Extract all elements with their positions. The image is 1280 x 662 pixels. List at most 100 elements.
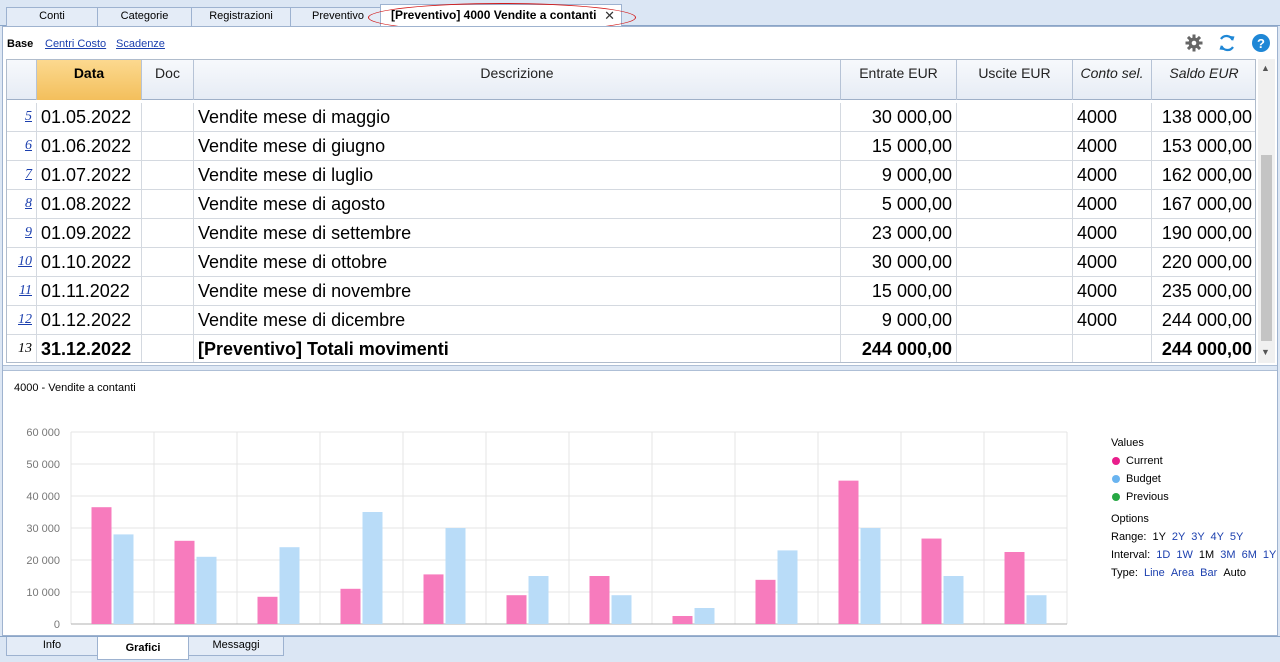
cell-doc[interactable]	[142, 335, 194, 362]
cell-uscite[interactable]	[957, 306, 1073, 335]
cell-uscite[interactable]	[957, 190, 1073, 219]
cell-desc[interactable]: Vendite mese di dicembre	[194, 306, 841, 335]
cell-conto[interactable]: 4000	[1073, 161, 1152, 190]
cell-conto[interactable]: 4000	[1073, 103, 1152, 132]
cell-entrate[interactable]: 30 000,00	[841, 248, 957, 277]
cell-desc[interactable]: Vendite mese di giugno	[194, 132, 841, 161]
cell-num[interactable]: 10	[7, 248, 37, 277]
cell-entrate[interactable]: 244 000,00	[841, 335, 957, 362]
cell-conto[interactable]: 4000	[1073, 190, 1152, 219]
cell-entrate[interactable]: 30 000,00	[841, 103, 957, 132]
cell-date[interactable]: 01.08.2022	[37, 190, 142, 219]
cell-desc[interactable]: Vendite mese di luglio	[194, 161, 841, 190]
cell-date[interactable]: 01.12.2022	[37, 306, 142, 335]
refresh-icon[interactable]	[1217, 33, 1237, 53]
cell-num[interactable]: 5	[7, 103, 37, 132]
view-centri-costo[interactable]: Centri Costo	[45, 38, 106, 50]
cell-date[interactable]: 01.10.2022	[37, 248, 142, 277]
cell-num[interactable]: 8	[7, 190, 37, 219]
cell-desc[interactable]: Vendite mese di maggio	[194, 103, 841, 132]
cell-date[interactable]: 31.12.2022	[37, 335, 142, 362]
scroll-down-icon[interactable]: ▼	[1261, 347, 1270, 357]
tab-preventivo[interactable]: Preventivo	[290, 7, 386, 26]
legend-item-current[interactable]: Current	[1111, 452, 1276, 470]
table-scrollbar[interactable]: ▲ ▼	[1258, 59, 1275, 363]
cell-doc[interactable]	[142, 248, 194, 277]
cell-num[interactable]: 12	[7, 306, 37, 335]
range-1y[interactable]: 1Y	[1153, 531, 1166, 543]
cell-saldo[interactable]: 244 000,00	[1152, 306, 1255, 335]
cell-uscite[interactable]	[957, 103, 1073, 132]
cell-doc[interactable]	[142, 306, 194, 335]
cell-uscite[interactable]	[957, 132, 1073, 161]
table-row[interactable]: 6 01.06.2022 Vendite mese di giugno 15 000,…	[7, 132, 1255, 161]
interval-1d[interactable]: 1D	[1156, 549, 1170, 561]
cell-num[interactable]: 13	[7, 335, 37, 362]
gear-icon[interactable]	[1184, 33, 1204, 53]
cell-conto[interactable]	[1073, 335, 1152, 362]
cell-desc[interactable]: [Preventivo] Totali movimenti	[194, 335, 841, 362]
cell-conto[interactable]: 4000	[1073, 277, 1152, 306]
tab-grafici[interactable]: Grafici	[97, 637, 189, 660]
cell-entrate[interactable]: 15 000,00	[841, 277, 957, 306]
view-scadenze[interactable]: Scadenze	[116, 38, 165, 50]
cell-date[interactable]: 01.07.2022	[37, 161, 142, 190]
header-descrizione[interactable]: Descrizione	[194, 60, 841, 100]
range-4y[interactable]: 4Y	[1211, 531, 1224, 543]
table-row[interactable]: 11 01.11.2022 Vendite mese di novembre 15 0…	[7, 277, 1255, 306]
interval-1y[interactable]: 1Y	[1263, 549, 1276, 561]
table-row[interactable]: 7 01.07.2022 Vendite mese di luglio 9 000,0…	[7, 161, 1255, 190]
header-conto-sel[interactable]: Conto sel.	[1073, 60, 1152, 100]
cell-uscite[interactable]	[957, 161, 1073, 190]
cell-num[interactable]: 11	[7, 277, 37, 306]
header-data[interactable]: Data	[37, 60, 142, 100]
cell-saldo[interactable]: 220 000,00	[1152, 248, 1255, 277]
cell-conto[interactable]: 4000	[1073, 248, 1152, 277]
close-icon[interactable]: ✕	[604, 5, 615, 26]
scroll-thumb[interactable]	[1261, 155, 1272, 341]
cell-desc[interactable]: Vendite mese di agosto	[194, 190, 841, 219]
header-saldo[interactable]: Saldo EUR	[1152, 60, 1255, 100]
cell-uscite[interactable]	[957, 219, 1073, 248]
cell-saldo[interactable]: 138 000,00	[1152, 103, 1255, 132]
table-row[interactable]: 9 01.09.2022 Vendite mese di settembre 23 0…	[7, 219, 1255, 248]
cell-desc[interactable]: Vendite mese di novembre	[194, 277, 841, 306]
cell-conto[interactable]: 4000	[1073, 306, 1152, 335]
table-row[interactable]: 5 01.05.2022 Vendite mese di maggio 30 000,…	[7, 103, 1255, 132]
range-2y[interactable]: 2Y	[1172, 531, 1185, 543]
legend-item-budget[interactable]: Budget	[1111, 470, 1276, 488]
cell-saldo[interactable]: 162 000,00	[1152, 161, 1255, 190]
cell-desc[interactable]: Vendite mese di ottobre	[194, 248, 841, 277]
scroll-up-icon[interactable]: ▲	[1261, 63, 1270, 73]
interval-1w[interactable]: 1W	[1176, 549, 1193, 561]
help-icon[interactable]: ?	[1251, 33, 1271, 53]
legend-item-previous[interactable]: Previous	[1111, 488, 1276, 506]
table-row[interactable]: 10 01.10.2022 Vendite mese di ottobre 30 00…	[7, 248, 1255, 277]
cell-saldo[interactable]: 235 000,00	[1152, 277, 1255, 306]
header-uscite[interactable]: Uscite EUR	[957, 60, 1073, 100]
cell-saldo[interactable]: 244 000,00	[1152, 335, 1255, 362]
cell-num[interactable]: 6	[7, 132, 37, 161]
cell-doc[interactable]	[142, 103, 194, 132]
table-row[interactable]: 13 31.12.2022 [Preventivo] Totali moviment…	[7, 335, 1255, 362]
cell-doc[interactable]	[142, 219, 194, 248]
cell-entrate[interactable]: 23 000,00	[841, 219, 957, 248]
type-area[interactable]: Area	[1171, 567, 1194, 579]
cell-desc[interactable]: Vendite mese di settembre	[194, 219, 841, 248]
view-base[interactable]: Base	[7, 38, 33, 50]
cell-entrate[interactable]: 5 000,00	[841, 190, 957, 219]
tab-preventivo-4000[interactable]: [Preventivo] 4000 Vendite a contanti ✕	[380, 4, 622, 27]
interval-3m[interactable]: 3M	[1220, 549, 1235, 561]
interval-1m[interactable]: 1M	[1199, 549, 1214, 561]
type-auto[interactable]: Auto	[1223, 567, 1246, 579]
header-entrate[interactable]: Entrate EUR	[841, 60, 957, 100]
cell-conto[interactable]: 4000	[1073, 132, 1152, 161]
cell-uscite[interactable]	[957, 335, 1073, 362]
interval-6m[interactable]: 6M	[1242, 549, 1257, 561]
cell-date[interactable]: 01.09.2022	[37, 219, 142, 248]
cell-date[interactable]: 01.05.2022	[37, 103, 142, 132]
cell-doc[interactable]	[142, 190, 194, 219]
tab-info[interactable]: Info	[6, 637, 98, 656]
cell-entrate[interactable]: 9 000,00	[841, 306, 957, 335]
cell-doc[interactable]	[142, 132, 194, 161]
